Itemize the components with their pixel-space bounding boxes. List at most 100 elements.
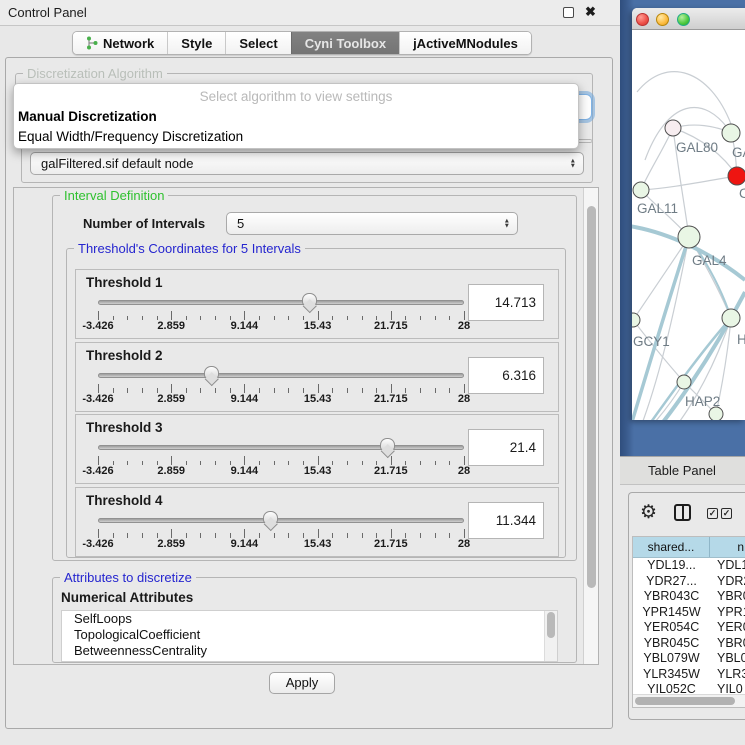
- table-horizontal-scrollbar[interactable]: [633, 694, 745, 707]
- cell-shared-name[interactable]: YLR345W: [633, 667, 710, 683]
- network-node[interactable]: [633, 182, 649, 198]
- threshold-value-field[interactable]: 21.4: [468, 429, 544, 466]
- table-toolbar: ⚙ ✓ ✓: [629, 493, 745, 535]
- slider-track[interactable]: [98, 445, 464, 450]
- network-node[interactable]: [728, 167, 745, 185]
- tab-select[interactable]: Select: [225, 32, 290, 54]
- table-row[interactable]: YDL19...YDL1: [633, 558, 745, 574]
- cell-name[interactable]: YDL1: [710, 558, 745, 574]
- network-node[interactable]: [665, 120, 681, 136]
- slider-ticks: [98, 384, 464, 393]
- node-table: shared... n YDL19...YDL1YDR27...YDR2YBR0…: [632, 536, 745, 708]
- slider-handle[interactable]: [263, 511, 278, 524]
- zoom-traffic-light-icon[interactable]: [677, 13, 690, 26]
- slider-ticks: [98, 311, 464, 320]
- attribute-list-item[interactable]: BetweennessCentrality: [62, 643, 557, 659]
- cell-shared-name[interactable]: YBL079W: [633, 651, 710, 667]
- network-node[interactable]: [677, 375, 691, 389]
- network-window-titlebar[interactable]: [632, 8, 745, 30]
- apply-button[interactable]: Apply: [269, 672, 335, 694]
- slider-tick-labels: -3.4262.8599.14415.4321.71528: [98, 465, 464, 478]
- tab-jactivemnodules[interactable]: jActiveMNodules: [399, 32, 531, 54]
- checkbox-checked-icon[interactable]: ✓: [721, 508, 732, 519]
- slider-handle[interactable]: [380, 438, 395, 451]
- cell-shared-name[interactable]: YBR043C: [633, 589, 710, 605]
- threshold-value-field[interactable]: 11.344: [468, 502, 544, 539]
- slider-tick-labels: -3.4262.8599.14415.4321.71528: [98, 393, 464, 406]
- table-row[interactable]: YBR043CYBR0: [633, 589, 745, 605]
- slider-ticks: [98, 529, 464, 538]
- cell-shared-name[interactable]: YIL052C: [633, 682, 710, 694]
- table-row[interactable]: YBL079WYBL0: [633, 651, 745, 667]
- group-title-discretization-algorithm: Discretization Algorithm: [23, 66, 167, 81]
- network-node[interactable]: [632, 313, 640, 327]
- cell-name[interactable]: YBR0: [710, 636, 745, 652]
- minimize-traffic-light-icon[interactable]: [656, 13, 669, 26]
- column-header-name[interactable]: n: [710, 537, 745, 557]
- table-row[interactable]: YBR045CYBR0: [633, 636, 745, 652]
- cell-name[interactable]: YBR0: [710, 589, 745, 605]
- cell-name[interactable]: YBL0: [710, 651, 745, 667]
- cell-name[interactable]: YPR1: [710, 605, 745, 621]
- network-node[interactable]: [722, 124, 740, 142]
- table-row[interactable]: YDR27...YDR2: [633, 574, 745, 590]
- scrollbar-thumb[interactable]: [587, 206, 596, 588]
- numerical-attributes-list[interactable]: SelfLoopsTopologicalCoefficientBetweenne…: [61, 610, 558, 662]
- table-row[interactable]: YER054CYER0: [633, 620, 745, 636]
- network-graph[interactable]: GAL80GACGAL11GAL4GCY1HHAP2: [632, 30, 745, 420]
- slider-handle[interactable]: [302, 293, 317, 306]
- cell-name[interactable]: YIL0: [710, 682, 745, 694]
- threshold-value-field[interactable]: 6.316: [468, 357, 544, 394]
- dropdown-option[interactable]: Equal Width/Frequency Discretization: [14, 127, 578, 147]
- threshold-value-field[interactable]: 14.713: [468, 284, 544, 321]
- slider-track[interactable]: [98, 373, 464, 378]
- attribute-list-item[interactable]: TopologicalCoefficient: [62, 627, 557, 643]
- checkbox-checked-icon[interactable]: ✓: [707, 508, 718, 519]
- slider-handle[interactable]: [204, 366, 219, 379]
- cell-name[interactable]: YDR2: [710, 574, 745, 590]
- tab-cyni-toolbox[interactable]: Cyni Toolbox: [291, 32, 399, 54]
- thresholds-group: Threshold's Coordinates for 5 Intervals …: [66, 248, 566, 558]
- close-icon[interactable]: ✖: [585, 4, 596, 20]
- network-node-label: HAP2: [685, 394, 720, 409]
- tab-label: Network: [103, 36, 154, 51]
- dropdown-option[interactable]: Manual Discretization: [14, 107, 578, 127]
- network-node[interactable]: [678, 226, 700, 248]
- scrollbar-thumb[interactable]: [635, 697, 735, 705]
- cell-shared-name[interactable]: YBR045C: [633, 636, 710, 652]
- column-header-shared-name[interactable]: shared...: [633, 537, 710, 557]
- network-node-label: GAL80: [676, 140, 718, 155]
- network-view-window[interactable]: GAL80GACGAL11GAL4GCY1HHAP2: [632, 8, 745, 420]
- slider-track[interactable]: [98, 518, 464, 523]
- dropdown-placeholder-option[interactable]: Select algorithm to view settings: [14, 87, 578, 107]
- float-window-icon[interactable]: [563, 7, 574, 18]
- attributes-list-scrollbar[interactable]: [544, 611, 557, 661]
- number-of-intervals-combobox[interactable]: 5 ▲▼: [226, 212, 518, 235]
- tab-label: jActiveMNodules: [413, 36, 518, 51]
- table-row[interactable]: YPR145WYPR1: [633, 605, 745, 621]
- table-data-combobox[interactable]: galFiltered.sif default node ▲▼: [30, 152, 584, 175]
- cell-name[interactable]: YLR3: [710, 667, 745, 683]
- network-edge[interactable]: [632, 237, 689, 420]
- slider-track[interactable]: [98, 300, 464, 305]
- table-row[interactable]: YIL052CYIL0: [633, 682, 745, 694]
- group-title-attributes: Attributes to discretize: [60, 570, 196, 585]
- cell-shared-name[interactable]: YER054C: [633, 620, 710, 636]
- cell-shared-name[interactable]: YPR145W: [633, 605, 710, 621]
- number-of-intervals-value: 5: [237, 216, 244, 231]
- split-columns-icon[interactable]: [674, 504, 691, 521]
- tab-network[interactable]: Network: [73, 32, 167, 54]
- network-node[interactable]: [722, 309, 740, 327]
- threshold-1-panel: Threshold 1-3.4262.8599.14415.4321.71528…: [75, 269, 559, 339]
- cell-shared-name[interactable]: YDL19...: [633, 558, 710, 574]
- gear-icon[interactable]: ⚙: [640, 501, 657, 524]
- vertical-scrollbar[interactable]: [583, 188, 598, 665]
- tab-style[interactable]: Style: [167, 32, 225, 54]
- cell-shared-name[interactable]: YDR27...: [633, 574, 710, 590]
- attribute-list-item[interactable]: SelfLoops: [62, 611, 557, 627]
- network-edge[interactable]: [641, 176, 737, 190]
- close-traffic-light-icon[interactable]: [636, 13, 649, 26]
- table-row[interactable]: YLR345WYLR3: [633, 667, 745, 683]
- cell-name[interactable]: YER0: [710, 620, 745, 636]
- threshold-2-panel: Threshold 2-3.4262.8599.14415.4321.71528…: [75, 342, 559, 412]
